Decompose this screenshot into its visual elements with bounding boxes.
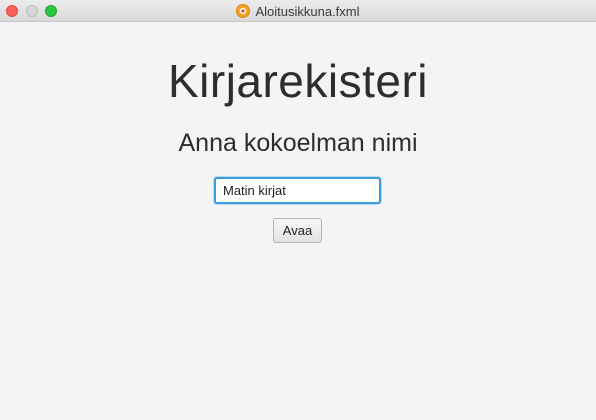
- title-bar[interactable]: Aloitusikkuna.fxml: [0, 0, 596, 22]
- app-window: Aloitusikkuna.fxml Kirjarekisteri Anna k…: [0, 0, 596, 420]
- window-title: Aloitusikkuna.fxml: [255, 3, 360, 19]
- window-title-group: Aloitusikkuna.fxml: [0, 0, 596, 22]
- app-icon: [236, 4, 251, 18]
- page-title: Kirjarekisteri: [167, 55, 429, 107]
- open-button[interactable]: Avaa: [273, 218, 322, 243]
- collection-name-prompt: Anna kokoelman nimi: [178, 129, 418, 157]
- collection-name-input[interactable]: [214, 177, 381, 204]
